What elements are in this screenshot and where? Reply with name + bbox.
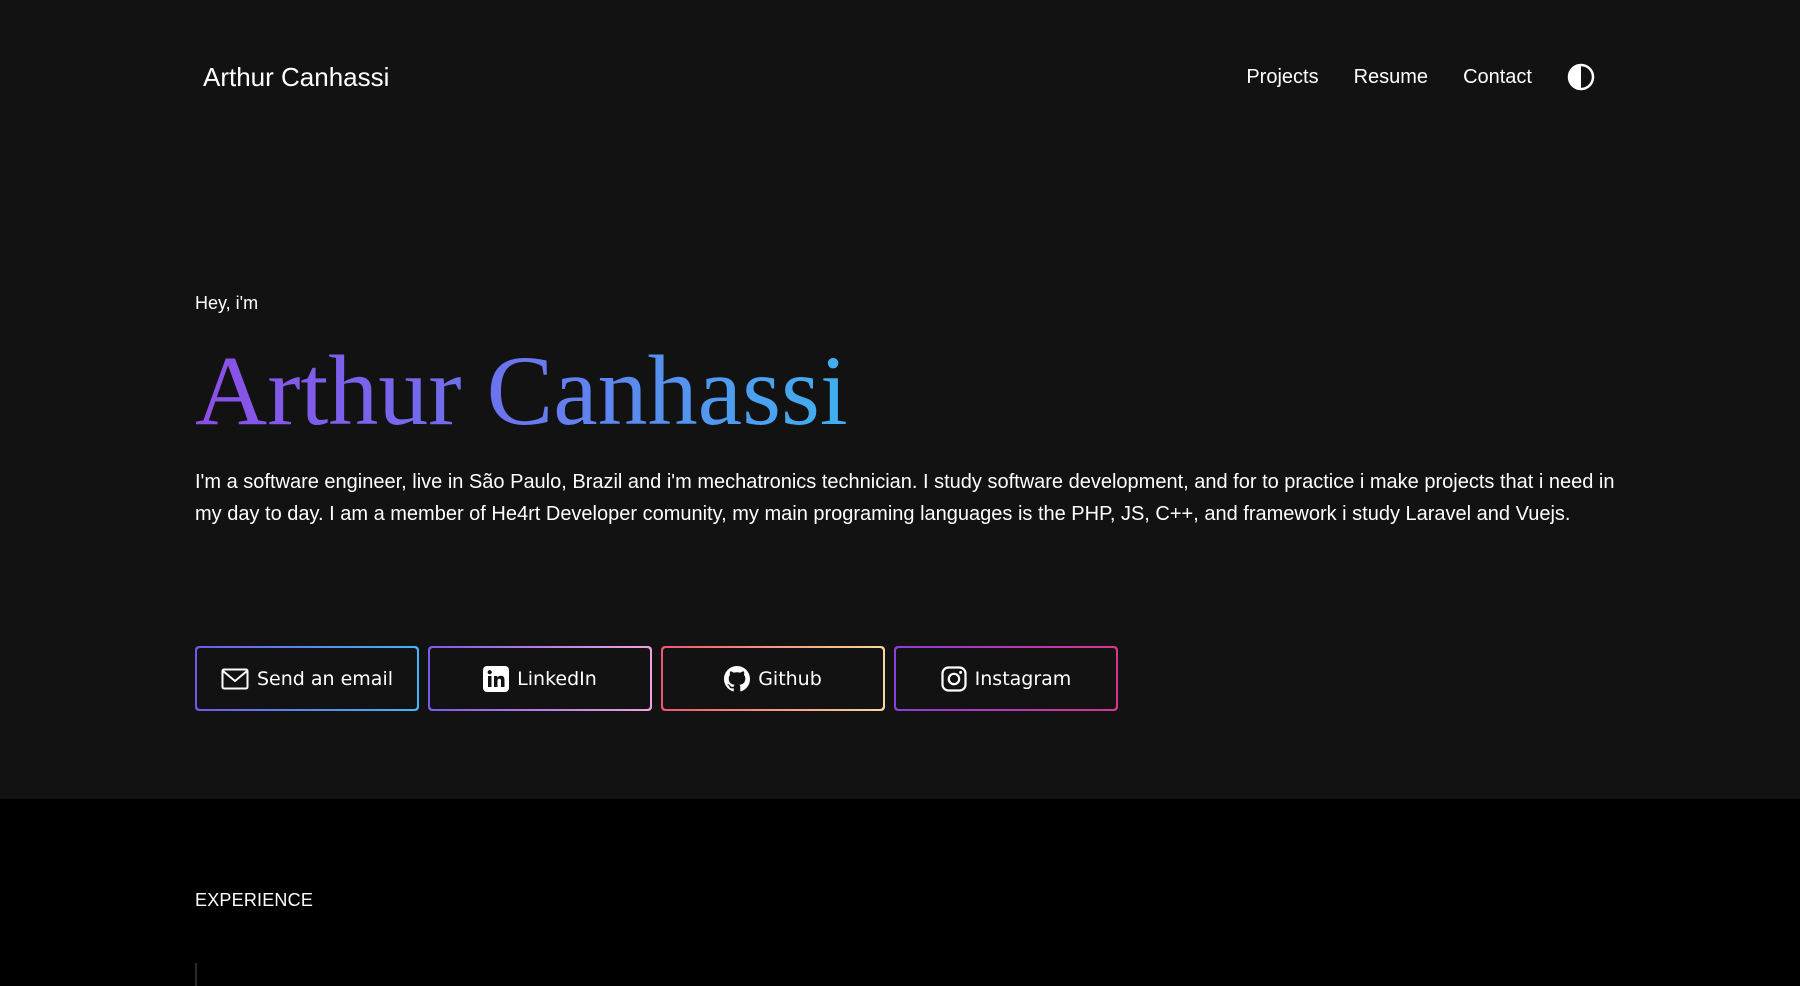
timeline-line bbox=[195, 963, 197, 986]
instagram-icon bbox=[941, 665, 967, 692]
nav-link-contact[interactable]: Contact bbox=[1463, 62, 1532, 92]
instagram-label: Instagram bbox=[974, 667, 1072, 690]
instagram-button[interactable]: Instagram bbox=[894, 646, 1118, 711]
hero-section: Hey, i'm Arthur Canhassi I'm a software … bbox=[195, 288, 1614, 530]
hero-name: Arthur Canhassi bbox=[195, 335, 848, 446]
brand-link[interactable]: Arthur Canhassi bbox=[203, 62, 389, 92]
experience-section: EXPERIENCE bbox=[0, 799, 1800, 986]
contrast-icon bbox=[1567, 63, 1595, 91]
nav-link-projects[interactable]: Projects bbox=[1246, 62, 1318, 92]
nav-link-resume[interactable]: Resume bbox=[1354, 62, 1428, 92]
linkedin-label: LinkedIn bbox=[517, 667, 597, 690]
hero-greeting: Hey, i'm bbox=[195, 293, 259, 313]
social-links: Send an email LinkedIn Github Instagram bbox=[195, 646, 1118, 711]
theme-toggle-button[interactable] bbox=[1567, 63, 1595, 91]
hero-bio: I'm a software engineer, live in São Pau… bbox=[195, 471, 1615, 525]
site-header: Arthur Canhassi Projects Resume Contact bbox=[0, 0, 1800, 154]
main-nav: Projects Resume Contact bbox=[1211, 62, 1595, 92]
github-button[interactable]: Github bbox=[661, 646, 885, 711]
linkedin-icon bbox=[483, 665, 510, 692]
send-email-button[interactable]: Send an email bbox=[195, 646, 419, 711]
send-email-label: Send an email bbox=[256, 667, 393, 690]
page: Arthur Canhassi Projects Resume Contact … bbox=[0, 0, 1800, 986]
experience-title: EXPERIENCE bbox=[195, 890, 314, 910]
linkedin-button[interactable]: LinkedIn bbox=[428, 646, 652, 711]
github-icon bbox=[724, 665, 751, 692]
mail-icon bbox=[221, 668, 249, 690]
github-label: Github bbox=[758, 667, 822, 690]
